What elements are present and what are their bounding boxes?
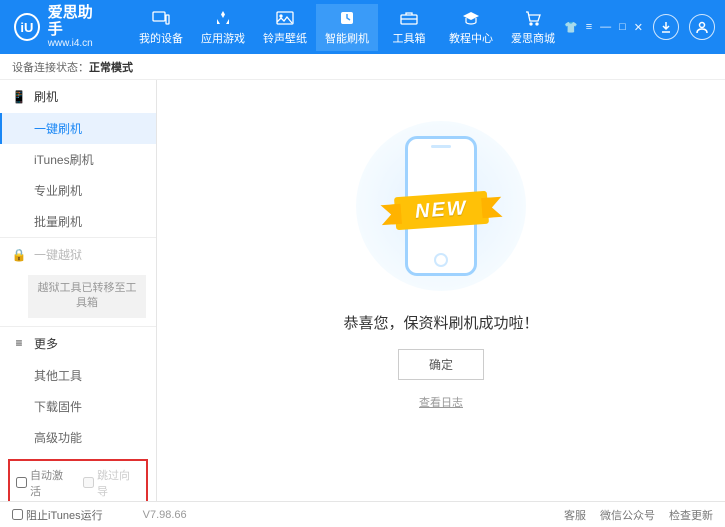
auto-activate-checkbox[interactable]: 自动激活 (16, 467, 73, 499)
nav-toolbox[interactable]: 工具箱 (378, 4, 440, 51)
sidebar-item-oneclick[interactable]: 一键刷机 (0, 113, 156, 144)
image-icon (275, 9, 295, 27)
minimize-icon[interactable]: — (600, 21, 611, 34)
main-panel: NEW 恭喜您，保资料刷机成功啦！ 确定 查看日志 (157, 80, 725, 501)
nav-my-device[interactable]: 我的设备 (130, 4, 192, 51)
toolbox-icon (399, 9, 419, 27)
nav-label: 工具箱 (393, 30, 426, 46)
footer-support[interactable]: 客服 (564, 507, 586, 523)
nav-flash[interactable]: 智能刷机 (316, 4, 378, 51)
skip-guide-checkbox[interactable]: 跳过向导 (83, 467, 140, 499)
lock-icon: 🔒 (12, 248, 26, 262)
sidebar-item-download[interactable]: 下载固件 (0, 391, 156, 422)
top-nav: 我的设备 应用游戏 铃声壁纸 智能刷机 工具箱 教程中心 爱思商城 (130, 4, 564, 51)
success-illustration: NEW (351, 116, 531, 296)
nav-label: 我的设备 (139, 30, 183, 46)
block-itunes-checkbox[interactable]: 阻止iTunes运行 (12, 507, 103, 523)
nav-apps[interactable]: 应用游戏 (192, 4, 254, 51)
sidebar-item-batch[interactable]: 批量刷机 (0, 206, 156, 237)
download-button[interactable] (653, 14, 679, 40)
jailbreak-note: 越狱工具已转移至工具箱 (28, 275, 146, 318)
device-icon (151, 9, 171, 27)
sidebar-item-itunes[interactable]: iTunes刷机 (0, 144, 156, 175)
nav-label: 教程中心 (449, 30, 493, 46)
sidebar-group-flash[interactable]: 📱 刷机 (0, 80, 156, 113)
new-ribbon: NEW (394, 191, 489, 230)
group-label: 刷机 (34, 88, 58, 105)
connection-status: 设备连接状态： 正常模式 (0, 54, 725, 80)
footer: 阻止iTunes运行 V7.98.66 客服 微信公众号 检查更新 (0, 501, 725, 527)
group-label: 更多 (34, 335, 58, 352)
nav-label: 智能刷机 (325, 30, 369, 46)
sidebar-item-other[interactable]: 其他工具 (0, 360, 156, 391)
window-controls: 👕 ≡ — □ ✕ (564, 21, 643, 34)
status-label: 设备连接状态： (12, 59, 89, 75)
nav-store[interactable]: 爱思商城 (502, 4, 564, 51)
status-value: 正常模式 (89, 59, 133, 75)
apps-icon (213, 9, 233, 27)
version: V7.98.66 (143, 509, 187, 521)
maximize-icon[interactable]: □ (619, 21, 626, 34)
close-icon[interactable]: ✕ (634, 21, 643, 34)
options-row: 自动激活 跳过向导 (8, 459, 148, 501)
cart-icon (523, 9, 543, 27)
menu-icon[interactable]: ≡ (586, 21, 592, 34)
nav-tutorials[interactable]: 教程中心 (440, 4, 502, 51)
titlebar: iU 爱思助手 www.i4.cn 我的设备 应用游戏 铃声壁纸 智能刷机 工具… (0, 0, 725, 54)
nav-label: 铃声壁纸 (263, 30, 307, 46)
footer-update[interactable]: 检查更新 (669, 507, 713, 523)
phone-icon: 📱 (12, 90, 26, 104)
view-log-link[interactable]: 查看日志 (419, 394, 463, 410)
nav-ringtones[interactable]: 铃声壁纸 (254, 4, 316, 51)
success-message: 恭喜您，保资料刷机成功啦！ (343, 312, 538, 333)
graduation-icon (461, 9, 481, 27)
sidebar-group-more[interactable]: ≡ 更多 (0, 327, 156, 360)
ok-button[interactable]: 确定 (398, 349, 484, 380)
list-icon: ≡ (12, 336, 26, 350)
group-label: 一键越狱 (34, 246, 82, 263)
sidebar: 📱 刷机 一键刷机 iTunes刷机 专业刷机 批量刷机 🔒 一键越狱 越狱工具已转… (0, 80, 157, 501)
nav-label: 应用游戏 (201, 30, 245, 46)
nav-label: 爱思商城 (511, 30, 555, 46)
logo-icon: iU (14, 13, 40, 41)
footer-wechat[interactable]: 微信公众号 (600, 507, 655, 523)
sidebar-group-jailbreak: 🔒 一键越狱 (0, 238, 156, 271)
flash-icon (337, 9, 357, 27)
app-name: 爱思助手 (48, 5, 102, 38)
app-url: www.i4.cn (48, 38, 102, 49)
sidebar-item-pro[interactable]: 专业刷机 (0, 175, 156, 206)
skin-icon[interactable]: 👕 (564, 21, 578, 34)
logo: iU 爱思助手 www.i4.cn (14, 5, 102, 49)
user-button[interactable] (689, 14, 715, 40)
sidebar-item-advanced[interactable]: 高级功能 (0, 422, 156, 453)
